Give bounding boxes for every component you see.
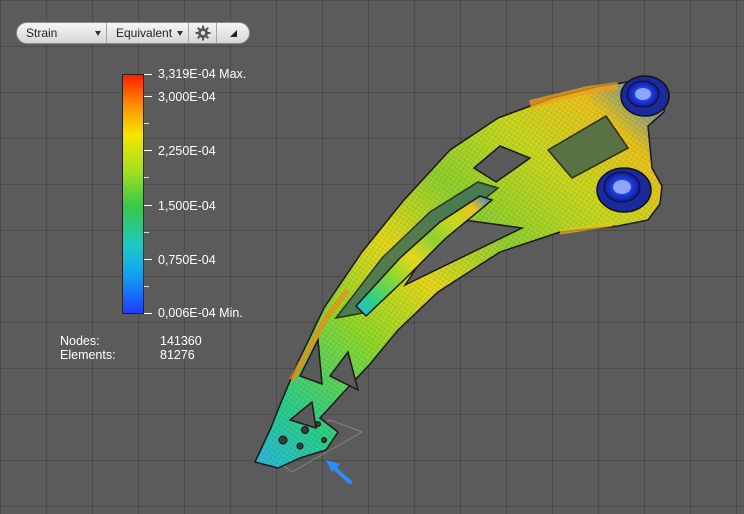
bushing-upper — [620, 75, 670, 117]
bushing-lower — [596, 167, 652, 213]
arrow-icon[interactable] — [326, 460, 352, 484]
fea-model-view[interactable] — [0, 0, 744, 514]
